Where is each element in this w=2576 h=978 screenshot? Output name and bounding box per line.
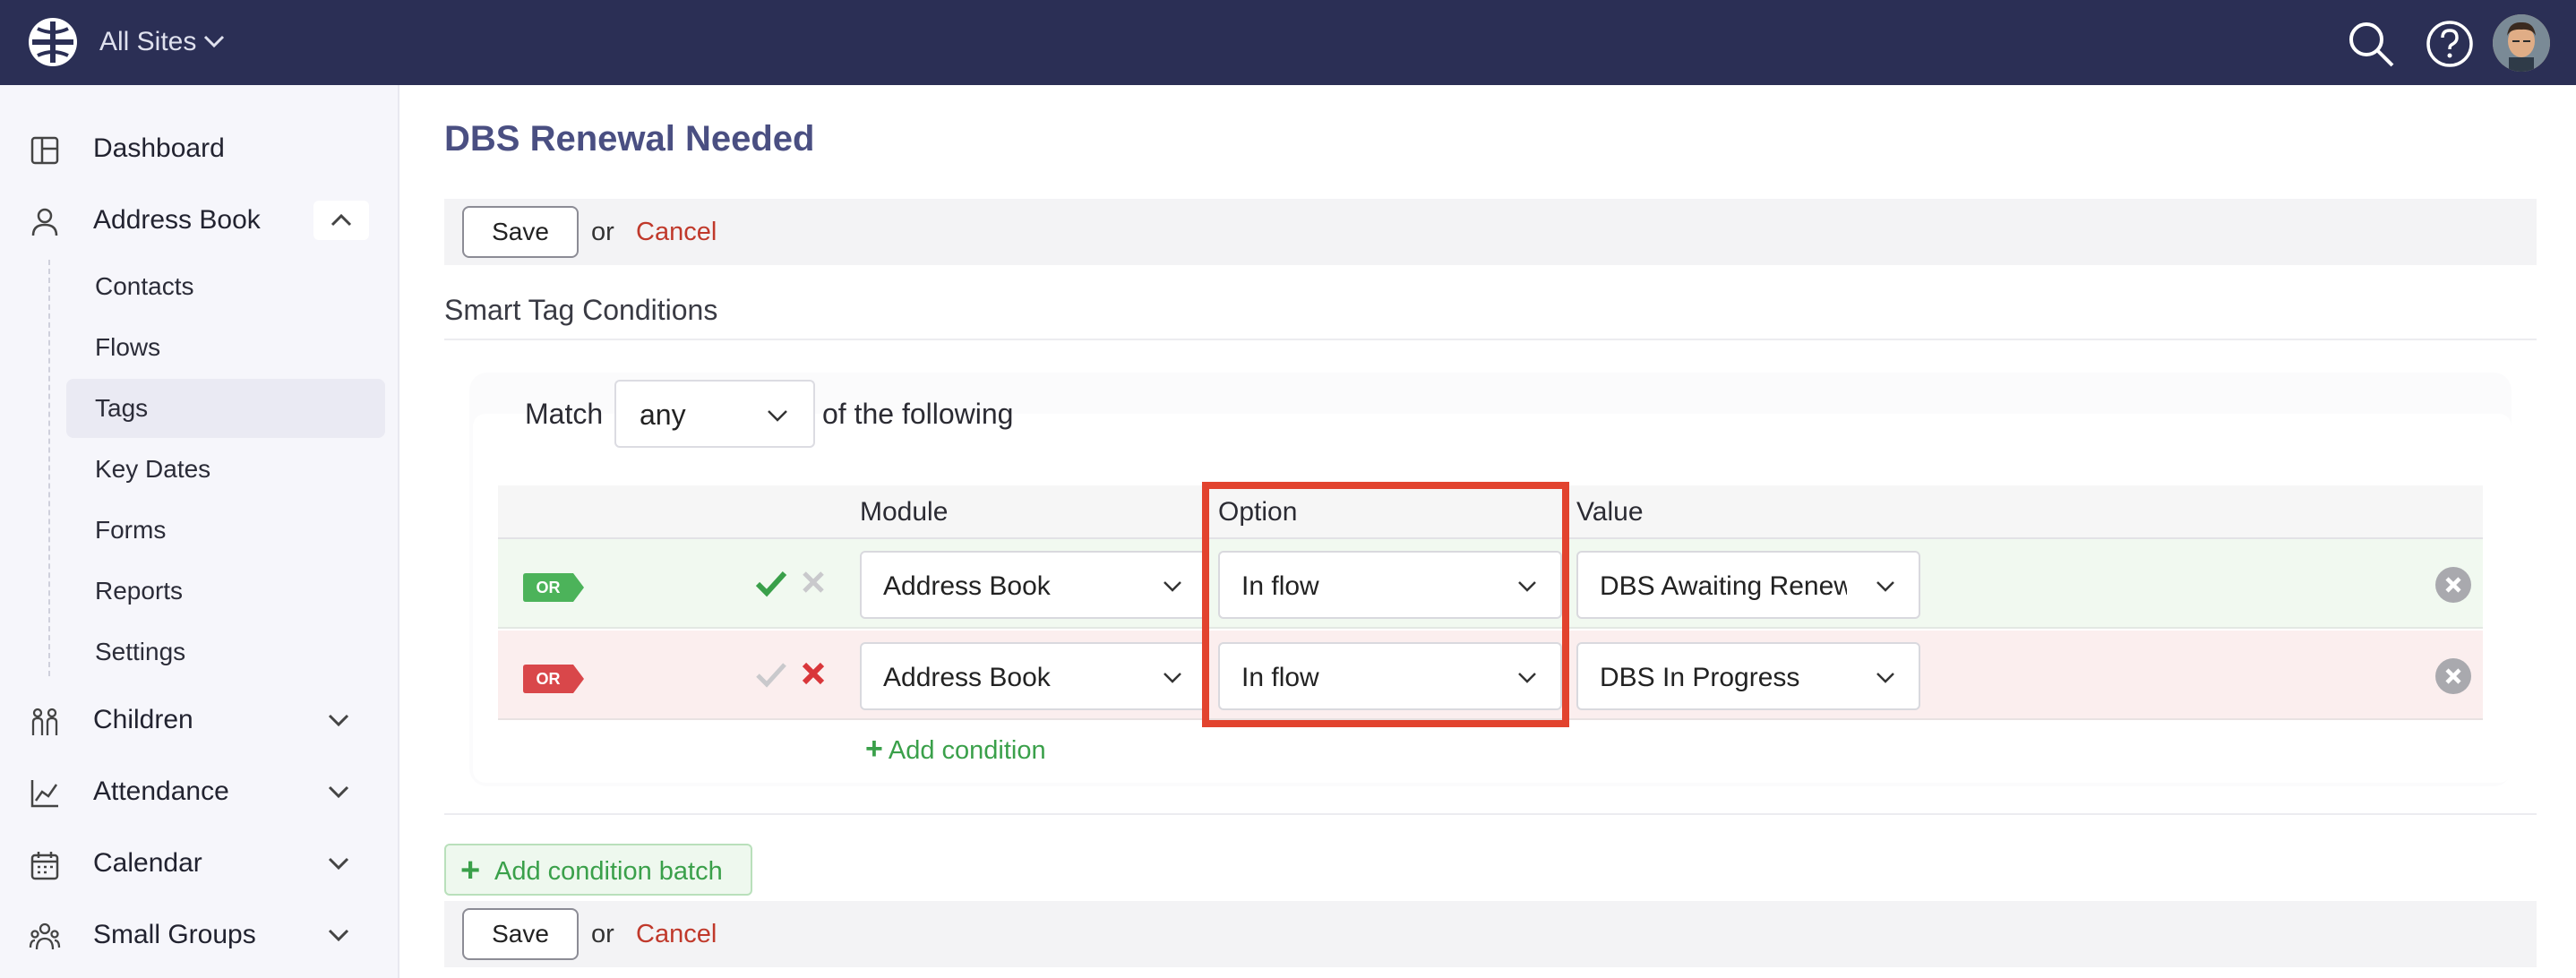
chevron-down-icon[interactable] — [326, 853, 351, 874]
sidebar-subitem-flows[interactable]: Flows — [66, 318, 385, 377]
cancel-link[interactable]: Cancel — [636, 919, 717, 949]
or-badge: OR — [523, 665, 584, 693]
children-icon — [31, 708, 58, 735]
save-button[interactable]: Save — [462, 206, 579, 258]
sidebar-subitem-label: Tags — [95, 394, 149, 422]
logo-icon[interactable] — [27, 16, 79, 68]
sidebar-item-label: Attendance — [93, 776, 229, 806]
help-icon[interactable] — [2426, 20, 2474, 68]
column-header-value: Value — [1576, 497, 1644, 527]
column-header-module: Module — [860, 497, 949, 527]
module-select-value: Address Book — [883, 663, 1051, 692]
following-label: of the following — [822, 398, 1014, 430]
sidebar-subitem-reports[interactable]: Reports — [66, 562, 385, 621]
option-column-highlight — [1202, 482, 1569, 727]
value-select-value: DBS Awaiting Renewal — [1600, 571, 1847, 601]
chevron-down-icon — [1876, 673, 1894, 683]
match-select-value: any — [640, 399, 686, 431]
or-label: or — [591, 920, 614, 948]
chart-icon — [30, 780, 58, 808]
value-select-value: DBS In Progress — [1600, 663, 1800, 692]
sidebar-item-label: Address Book — [93, 205, 261, 235]
submenu-guide-line — [48, 260, 50, 676]
sidebar-subitem-label: Contacts — [95, 272, 194, 300]
site-selector-label[interactable]: All Sites — [99, 25, 196, 59]
sidebar-subitem-settings[interactable]: Settings — [66, 622, 385, 682]
add-condition-link[interactable]: + Add condition — [865, 733, 1046, 767]
save-button[interactable]: Save — [462, 908, 579, 960]
calendar-icon — [30, 852, 59, 880]
chevron-down-icon[interactable] — [326, 781, 351, 802]
sidebar-item-label: Calendar — [93, 848, 202, 878]
remove-condition-icon[interactable] — [2434, 566, 2472, 604]
plus-icon: + — [865, 732, 883, 766]
section-title: Smart Tag Conditions — [444, 294, 718, 326]
add-condition-batch-button[interactable]: + Add condition batch — [444, 844, 752, 896]
sidebar-item-label: Children — [93, 705, 193, 734]
chevron-down-icon — [1163, 581, 1181, 592]
chevron-down-icon — [1163, 673, 1181, 683]
check-icon[interactable] — [754, 568, 788, 598]
or-label: or — [591, 218, 614, 246]
avatar[interactable] — [2493, 14, 2550, 72]
add-condition-batch-label: Add condition batch — [494, 857, 723, 886]
divider — [444, 813, 2537, 815]
save-bar-bottom: Save or Cancel — [444, 901, 2537, 967]
match-select[interactable]: any — [614, 380, 815, 448]
page-title: DBS Renewal Needed — [444, 119, 815, 159]
sidebar-item-calendar[interactable]: Calendar — [0, 835, 399, 892]
top-bar: All Sites — [0, 0, 2576, 85]
plus-icon: + — [460, 852, 481, 889]
sidebar-subitem-contacts[interactable]: Contacts — [66, 257, 385, 316]
chevron-down-icon[interactable] — [326, 709, 351, 731]
sidebar-item-label: Small Groups — [93, 920, 256, 949]
group-icon — [29, 922, 61, 950]
sidebar-item-label: Dashboard — [93, 133, 225, 163]
module-select[interactable]: Address Book — [860, 551, 1207, 619]
module-select-value: Address Book — [883, 571, 1051, 601]
chevron-down-icon[interactable] — [202, 30, 227, 52]
sidebar-item-address-book[interactable]: Address Book — [0, 192, 399, 249]
sidebar-subitem-label: Flows — [95, 333, 161, 361]
divider — [444, 339, 2537, 340]
svg-text:OR: OR — [537, 579, 561, 596]
collapse-button[interactable] — [313, 201, 369, 240]
sidebar-item-attendance[interactable]: Attendance — [0, 763, 399, 820]
sidebar-item-dashboard[interactable]: Dashboard — [0, 120, 399, 177]
add-condition-label: Add condition — [888, 736, 1046, 765]
chevron-up-icon — [331, 213, 352, 227]
value-select[interactable]: DBS Awaiting Renewal — [1576, 551, 1920, 619]
cancel-link[interactable]: Cancel — [636, 217, 717, 247]
chevron-down-icon — [1876, 581, 1894, 592]
remove-condition-icon[interactable] — [2434, 657, 2472, 695]
search-icon[interactable] — [2345, 18, 2397, 70]
check-icon[interactable] — [754, 659, 788, 690]
cross-icon[interactable] — [799, 568, 828, 596]
sidebar-item-children[interactable]: Children — [0, 691, 399, 749]
save-bar-top: Save or Cancel — [444, 199, 2537, 265]
sidebar-subitem-label: Key Dates — [95, 455, 211, 483]
or-badge: OR — [523, 573, 584, 602]
value-select[interactable]: DBS In Progress — [1576, 642, 1920, 710]
chevron-down-icon — [768, 410, 787, 422]
sidebar-subitem-forms[interactable]: Forms — [66, 501, 385, 560]
sidebar-subitem-label: Reports — [95, 577, 184, 605]
sidebar-subitem-tags[interactable]: Tags — [66, 379, 385, 438]
match-label: Match — [525, 398, 604, 430]
cross-icon[interactable] — [799, 659, 828, 688]
sidebar-subitem-key-dates[interactable]: Key Dates — [66, 440, 385, 499]
sidebar-subitem-label: Settings — [95, 638, 186, 665]
dashboard-icon — [30, 136, 59, 165]
person-icon — [31, 208, 58, 236]
svg-text:OR: OR — [537, 670, 561, 688]
chevron-down-icon[interactable] — [326, 924, 351, 946]
module-select[interactable]: Address Book — [860, 642, 1207, 710]
sidebar-item-small-groups[interactable]: Small Groups — [0, 906, 399, 964]
sidebar-subitem-label: Forms — [95, 516, 167, 544]
avatar-image — [2493, 14, 2550, 72]
